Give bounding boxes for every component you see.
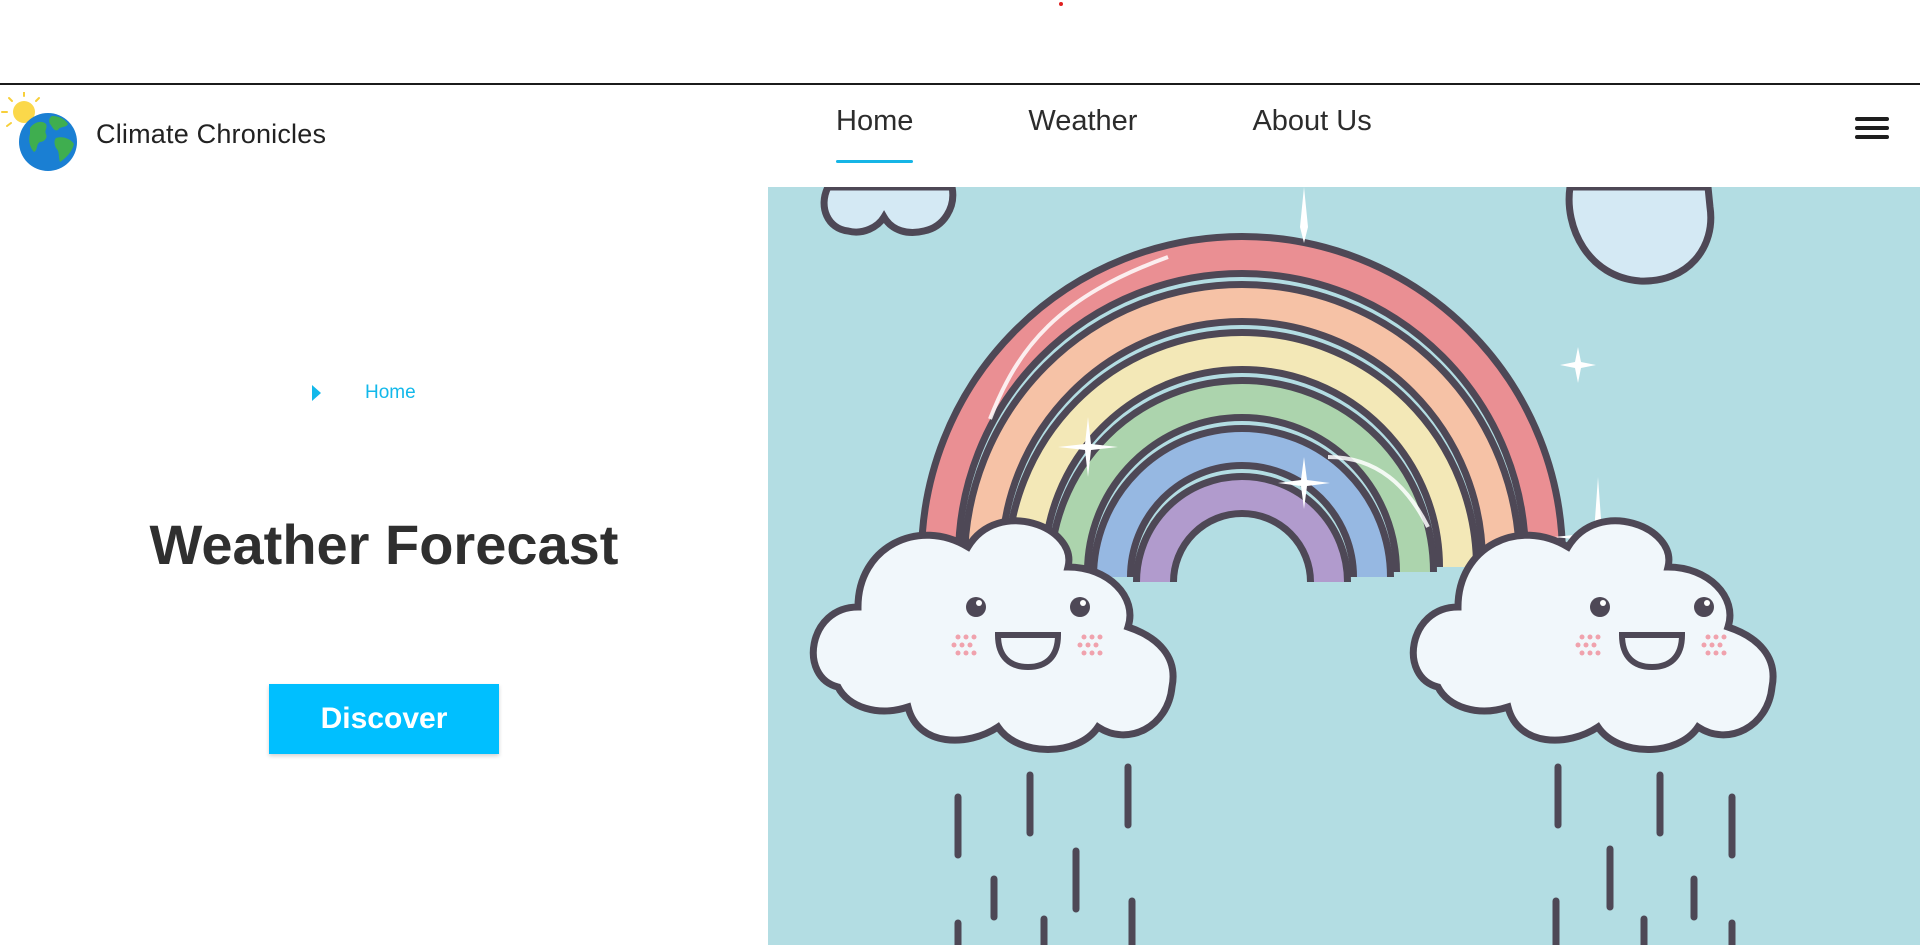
rainbow-illustration: [768, 187, 1920, 945]
hero-illustration: [768, 187, 1920, 945]
browser-top-area: [0, 0, 1920, 83]
brand[interactable]: Climate Chronicles: [0, 92, 327, 175]
top-left-cloud: [820, 187, 957, 236]
hero-content: Home Weather Forecast Discover: [0, 187, 768, 945]
breadcrumb: Home: [312, 382, 416, 404]
hero-title: Weather Forecast: [149, 513, 619, 576]
hamburger-menu-icon[interactable]: [1855, 117, 1889, 145]
breadcrumb-home[interactable]: Home: [365, 382, 416, 404]
nav-home[interactable]: Home: [836, 85, 914, 163]
main-nav: Home Weather About Us: [836, 85, 1487, 165]
nav-about-us[interactable]: About Us: [1252, 85, 1371, 163]
menu-bar: [1855, 135, 1889, 139]
menu-bar: [1855, 117, 1889, 121]
globe-with-sun-icon: [1, 92, 77, 171]
site-header: Climate Chronicles Home Weather About Us: [0, 85, 1920, 187]
nav-weather[interactable]: Weather: [1028, 85, 1137, 163]
site-name: Climate Chronicles: [96, 118, 327, 149]
caret-right-icon: [312, 385, 321, 401]
discover-button[interactable]: Discover: [269, 684, 499, 754]
status-dot: [1059, 2, 1063, 6]
menu-bar: [1855, 126, 1889, 130]
